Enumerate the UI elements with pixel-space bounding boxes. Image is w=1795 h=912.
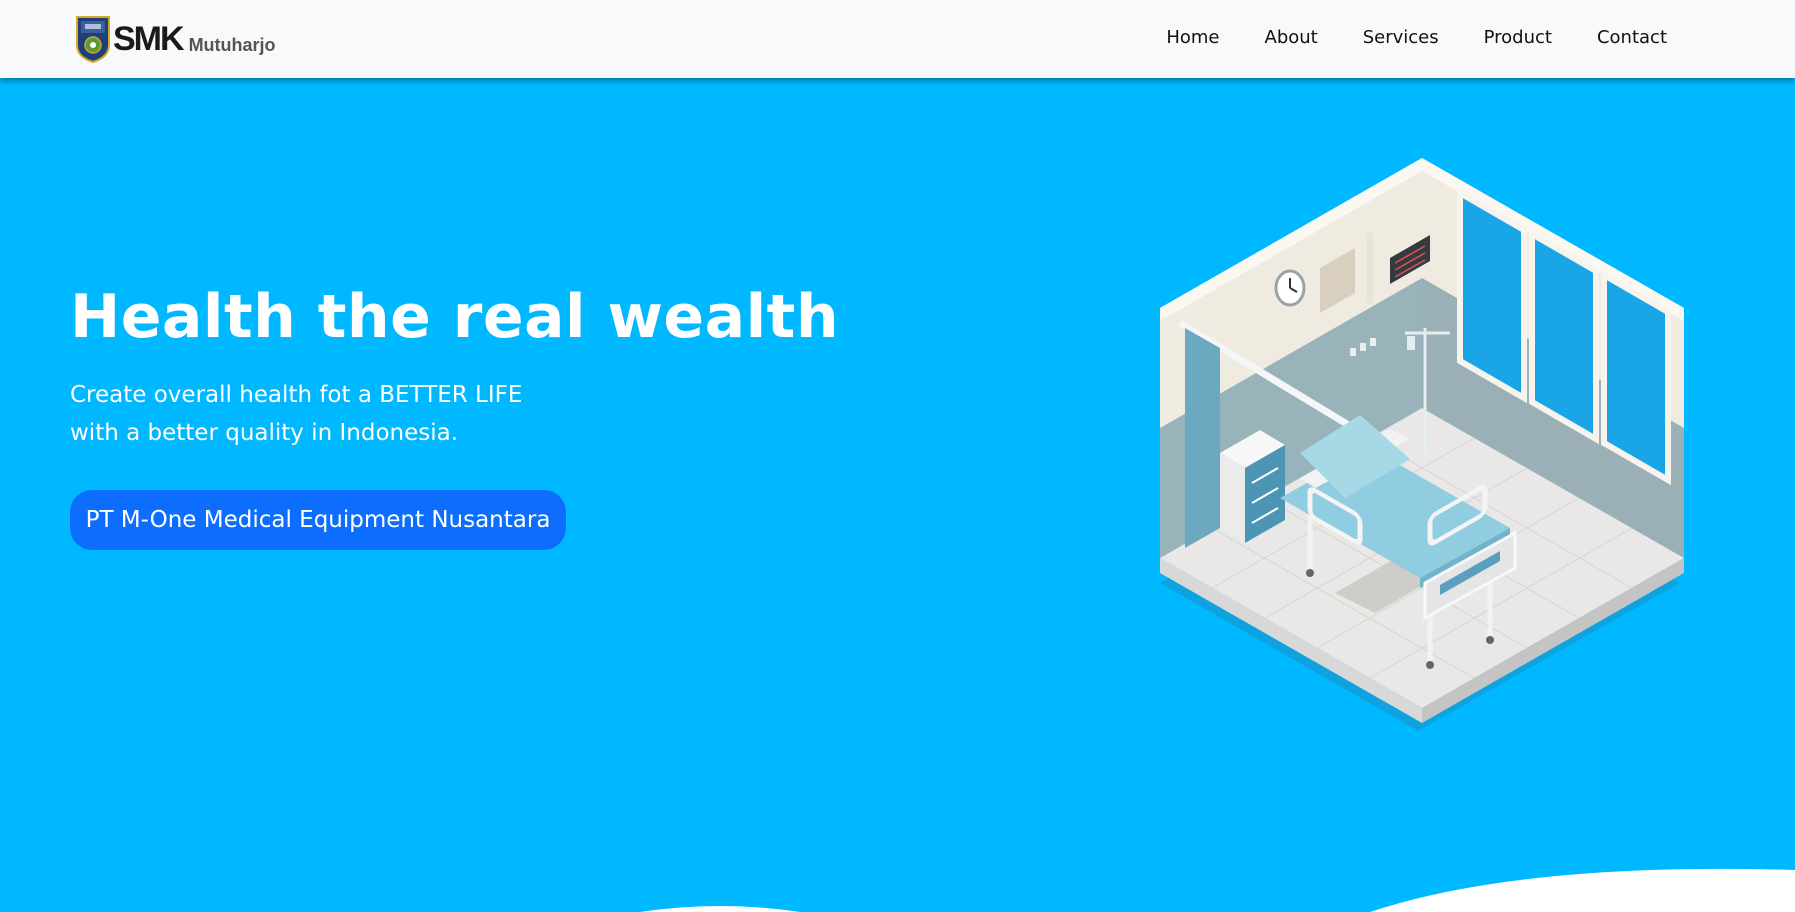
company-cta-button[interactable]: PT M-One Medical Equipment Nusantara [70,490,566,550]
nav-link-home[interactable]: Home [1166,26,1219,50]
hero-bottom-wave [0,868,1795,912]
brand-suffix: Mutuharjo [188,35,276,55]
brand-logo-link[interactable]: SMK Mutuharjo [75,14,276,64]
nav-link-about[interactable]: About [1265,26,1318,50]
hero-title: Health the real wealth [70,282,840,352]
nav-link-product[interactable]: Product [1484,26,1552,50]
nav-link-contact[interactable]: Contact [1597,26,1667,50]
hero-subtitle: Create overall health fot a BETTER LIFE … [70,376,590,452]
main-nav: Home About Services Product Contact [1121,26,1667,50]
nav-link-services[interactable]: Services [1363,26,1439,50]
hero-subtitle-line1: Create overall health fot a BETTER LIFE [70,382,523,408]
navbar: SMK Mutuharjo Home About Services Produc… [0,0,1795,78]
hero-section: Health the real wealth Create overall he… [0,78,1795,912]
isometric-hospital-room-icon [1160,158,1684,731]
brand-name: SMK [113,20,185,58]
school-crest-icon [76,16,110,63]
hero-subtitle-line2: with a better quality in Indonesia. [70,420,459,446]
